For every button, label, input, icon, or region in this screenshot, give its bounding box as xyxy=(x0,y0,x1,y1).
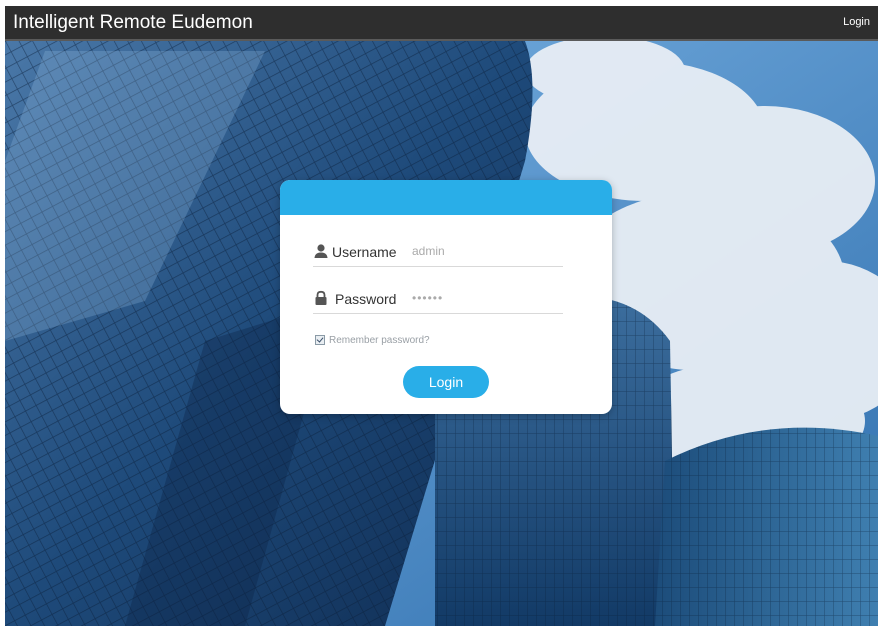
username-label: Username xyxy=(332,244,397,260)
top-bar: Intelligent Remote Eudemon Login xyxy=(5,6,878,41)
top-login-link[interactable]: Login xyxy=(843,16,870,28)
username-field[interactable]: Username admin xyxy=(313,240,563,267)
user-icon xyxy=(313,243,329,259)
username-input[interactable]: admin xyxy=(412,244,445,258)
password-input[interactable]: •••••• xyxy=(412,291,443,305)
login-card-header xyxy=(280,180,612,215)
login-card: Username admin Password •••••• Remember … xyxy=(280,180,612,414)
password-field[interactable]: Password •••••• xyxy=(313,287,563,314)
login-button[interactable]: Login xyxy=(403,366,489,398)
remember-checkbox[interactable] xyxy=(315,335,325,346)
remember-label: Remember password? xyxy=(329,335,430,346)
password-label: Password xyxy=(335,291,397,307)
lock-icon xyxy=(313,290,329,306)
remember-password[interactable]: Remember password? xyxy=(315,335,430,346)
app-title: Intelligent Remote Eudemon xyxy=(13,12,253,33)
